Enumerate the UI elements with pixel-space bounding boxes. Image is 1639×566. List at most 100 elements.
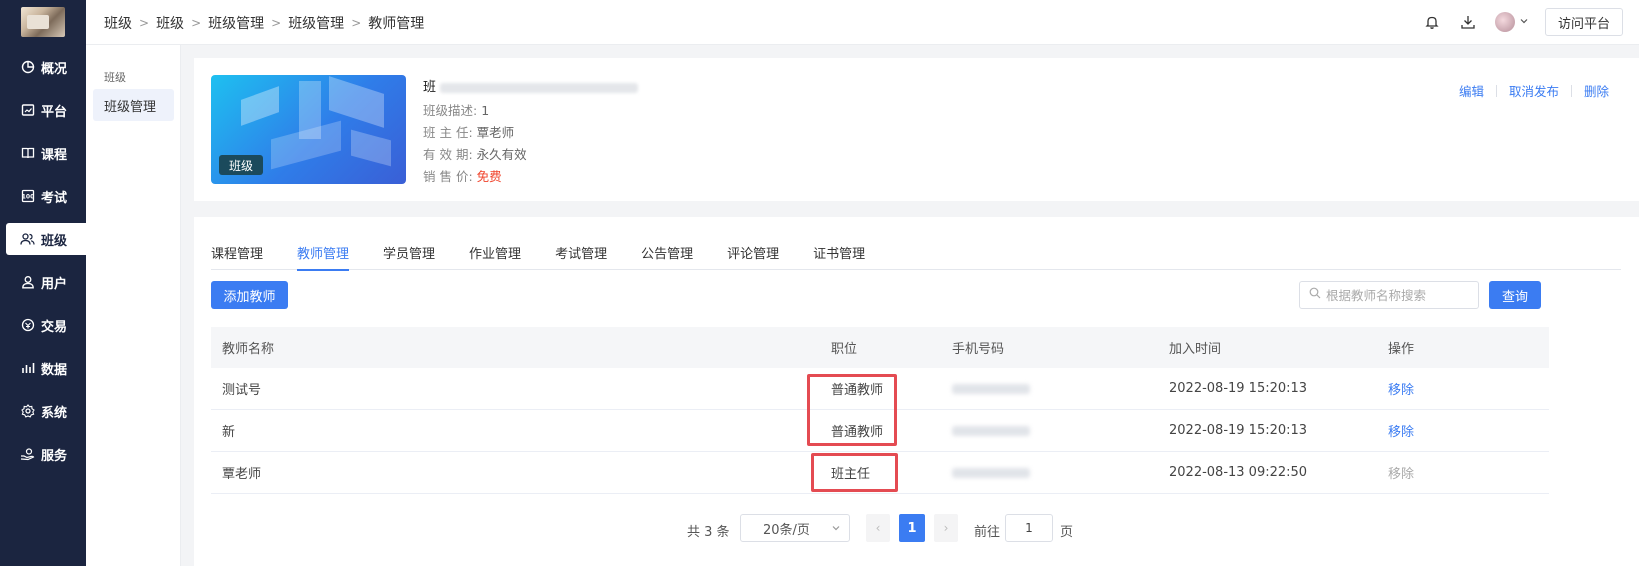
edit-link[interactable]: 编辑: [1459, 81, 1484, 100]
top-bar: 班级 > 班级 > 班级管理 > 班级管理 > 教师管理 访问平台: [86, 0, 1639, 45]
table-row: 测试号 普通教师 2022-08-19 15:20:13 移除: [211, 368, 1549, 410]
breadcrumb-separator-icon: >: [351, 16, 362, 30]
sidebar-item-service[interactable]: 服务: [6, 438, 86, 470]
join-time: 2022-08-19 15:20:13: [1169, 381, 1308, 396]
redacted-phone: [952, 425, 1030, 436]
info-label: 班级描述:: [423, 103, 478, 118]
breadcrumb-separator-icon: >: [191, 16, 202, 30]
teacher-name: 测试号: [222, 383, 262, 398]
tab-certificates[interactable]: 证书管理: [813, 243, 865, 270]
add-teacher-button[interactable]: 添加教师: [211, 281, 288, 309]
platform-icon: [20, 103, 35, 118]
info-label: 有 效 期:: [423, 147, 473, 162]
next-page-button[interactable]: ›: [934, 514, 958, 542]
bell-icon[interactable]: [1423, 13, 1441, 31]
column-header: 职位: [831, 342, 858, 357]
sidebar-item-label: 班级: [41, 233, 68, 249]
column-header: 手机号码: [952, 342, 1005, 357]
column-header: 教师名称: [222, 342, 275, 357]
table-row: 覃老师 班主任 2022-08-13 09:22:50 移除: [211, 452, 1549, 494]
visit-platform-button[interactable]: 访问平台: [1544, 8, 1623, 36]
sidebar-item-system[interactable]: 系统: [6, 395, 86, 427]
teacher-phone: [952, 410, 1030, 451]
teacher-management-panel: 课程管理 教师管理 学员管理 作业管理 考试管理 公告管理 评论管理 证书管理 …: [194, 217, 1639, 566]
sub-nav: 班级 班级管理: [86, 45, 181, 566]
redacted-phone: [952, 467, 1030, 478]
teacher-name: 覃老师: [222, 467, 262, 482]
sidebar-item-exams[interactable]: 100 考试: [6, 180, 86, 212]
search-input[interactable]: [1326, 287, 1476, 303]
tab-homework[interactable]: 作业管理: [469, 243, 521, 270]
redacted-phone: [952, 383, 1030, 394]
sidebar-item-label: 考试: [41, 190, 68, 206]
info-label: 销 售 价:: [423, 169, 473, 184]
sidebar-item-courses[interactable]: 课程: [6, 137, 86, 169]
breadcrumb-item[interactable]: 班级管理: [208, 13, 264, 33]
join-time: 2022-08-19 15:20:13: [1169, 423, 1308, 438]
sidebar-item-label: 课程: [41, 147, 68, 163]
tab-teachers[interactable]: 教师管理: [297, 243, 350, 271]
remove-link[interactable]: 移除: [1388, 368, 1414, 409]
sidebar-item-platform[interactable]: 平台: [6, 94, 86, 126]
sidebar-item-data[interactable]: 数据: [6, 352, 86, 384]
breadcrumb: 班级 > 班级 > 班级管理 > 班级管理 > 教师管理: [104, 13, 424, 33]
download-icon[interactable]: [1459, 13, 1477, 31]
service-hand-icon: [20, 447, 35, 462]
sidebar-item-label: 平台: [41, 104, 68, 120]
breadcrumb-current: 教师管理: [368, 16, 425, 32]
sidebar-item-users[interactable]: 用户: [6, 266, 86, 298]
avatar[interactable]: [1494, 12, 1515, 32]
tab-courses[interactable]: 课程管理: [211, 243, 263, 270]
sidebar: 概况 平台 课程 100 考试 班级 用户 交易 数据 系统 服务: [0, 0, 86, 566]
remove-link[interactable]: 移除: [1388, 410, 1414, 451]
sidebar-item-trade[interactable]: 交易: [6, 309, 86, 341]
goto-suffix: 页: [1060, 525, 1074, 540]
breadcrumb-item[interactable]: 班级: [156, 13, 184, 33]
breadcrumb-item[interactable]: 班级: [104, 13, 132, 33]
class-head-teacher-line: 班 主 任: 覃老师: [423, 122, 514, 141]
gear-icon: [20, 404, 35, 419]
breadcrumb-item[interactable]: 班级管理: [288, 13, 344, 33]
column-header: 操作: [1388, 342, 1415, 357]
sidebar-item-overview[interactable]: 概况: [6, 51, 86, 83]
class-description-line: 班级描述: 1: [423, 100, 489, 119]
unpublish-link[interactable]: 取消发布: [1509, 81, 1559, 100]
teacher-role: 班主任: [831, 467, 871, 482]
teacher-table: 教师名称 职位 手机号码 加入时间 操作 测试号 普通教师 2022-08-19…: [211, 327, 1549, 494]
teacher-phone: [952, 368, 1030, 409]
user-icon: [20, 275, 35, 290]
prev-page-button[interactable]: ‹: [866, 514, 890, 542]
breadcrumb-separator-icon: >: [139, 16, 150, 30]
tab-exams[interactable]: 考试管理: [555, 243, 607, 270]
pagination: 共 3 条 20条/页 ‹ 1 › 前往 1 页: [194, 513, 1639, 543]
chevron-down-icon: [831, 522, 841, 537]
trade-icon: [20, 318, 35, 333]
column-header: 加入时间: [1169, 342, 1222, 357]
current-page[interactable]: 1: [899, 514, 925, 542]
join-time: 2022-08-13 09:22:50: [1169, 465, 1308, 480]
sub-nav-group-title: 班级: [104, 71, 126, 84]
price-value: 免费: [476, 169, 502, 184]
query-button[interactable]: 查询: [1489, 281, 1541, 309]
sidebar-item-classes[interactable]: 班级: [6, 223, 86, 255]
page-size-value: 20条/页: [763, 522, 810, 538]
teacher-search: [1299, 281, 1479, 309]
page-size-select[interactable]: 20条/页: [740, 514, 850, 542]
goto-page-input[interactable]: 1: [1005, 514, 1053, 542]
teacher-role: 普通教师: [831, 383, 884, 398]
tab-students[interactable]: 学员管理: [383, 243, 435, 270]
tab-announcements[interactable]: 公告管理: [641, 243, 693, 270]
app-logo[interactable]: [21, 7, 65, 37]
remove-link-disabled: 移除: [1388, 467, 1415, 482]
info-label: 班 主 任:: [423, 125, 473, 140]
exam-icon: 100: [20, 189, 35, 204]
info-value: 永久有效: [476, 147, 527, 162]
sub-nav-item-class-management[interactable]: 班级管理: [93, 89, 174, 121]
class-validity-line: 有 效 期: 永久有效: [423, 144, 527, 163]
sidebar-item-label: 数据: [41, 362, 68, 378]
tab-bar: 课程管理 教师管理 学员管理 作业管理 考试管理 公告管理 评论管理 证书管理: [211, 243, 1621, 271]
delete-link[interactable]: 删除: [1584, 81, 1609, 100]
chevron-down-icon[interactable]: [1519, 15, 1529, 30]
tab-comments[interactable]: 评论管理: [727, 243, 779, 270]
class-users-icon: [20, 232, 35, 247]
